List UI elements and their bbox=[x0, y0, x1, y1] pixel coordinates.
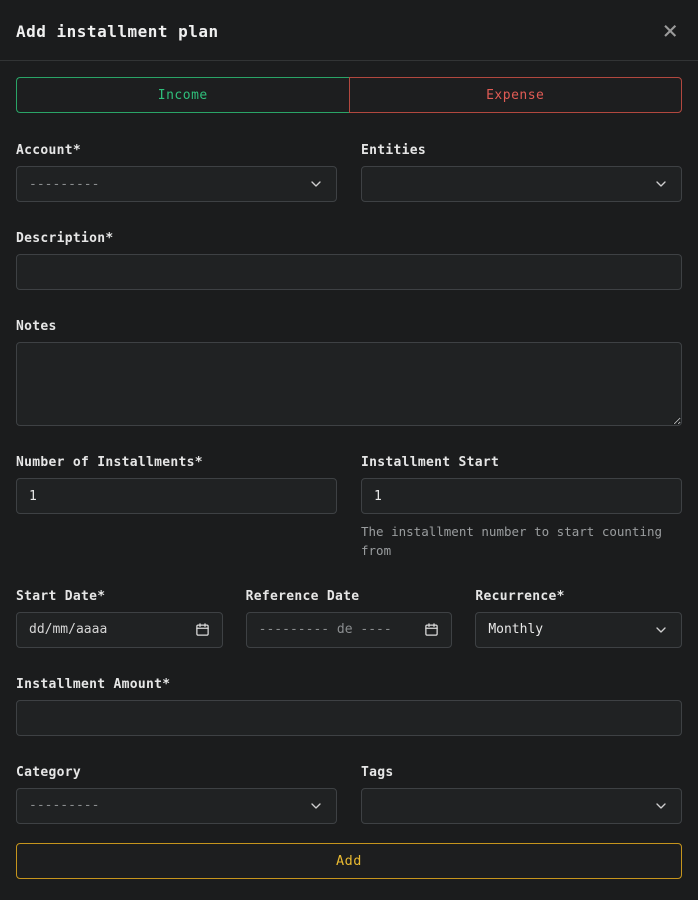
modal-body: Income Expense Account* --------- Entiti… bbox=[0, 61, 698, 900]
modal-header: Add installment plan × bbox=[0, 0, 698, 61]
installment-start-field: Installment Start The installment number… bbox=[361, 455, 682, 561]
reference-date-input[interactable]: --------- de ---- bbox=[246, 612, 453, 648]
entities-label: Entities bbox=[361, 143, 682, 158]
chevron-down-icon bbox=[308, 176, 324, 192]
num-installments-label: Number of Installments* bbox=[16, 455, 337, 470]
add-installment-plan-modal: Add installment plan × Income Expense Ac… bbox=[0, 0, 698, 886]
num-installments-input[interactable] bbox=[16, 478, 337, 514]
tab-income[interactable]: Income bbox=[16, 77, 349, 113]
tags-select[interactable] bbox=[361, 788, 682, 824]
description-row: Description* bbox=[16, 231, 682, 290]
calendar-icon[interactable] bbox=[195, 622, 210, 637]
recurrence-field: Recurrence* Monthly bbox=[475, 589, 682, 648]
close-icon[interactable]: × bbox=[660, 18, 680, 44]
entities-select[interactable] bbox=[361, 166, 682, 202]
installment-amount-label: Installment Amount* bbox=[16, 677, 682, 692]
chevron-down-icon bbox=[653, 798, 669, 814]
reference-date-field: Reference Date --------- de ---- bbox=[246, 589, 453, 648]
recurrence-select[interactable]: Monthly bbox=[475, 612, 682, 648]
notes-label: Notes bbox=[16, 319, 682, 334]
add-button[interactable]: Add bbox=[16, 843, 682, 879]
account-field: Account* --------- bbox=[16, 143, 337, 202]
description-label: Description* bbox=[16, 231, 682, 246]
account-select[interactable]: --------- bbox=[16, 166, 337, 202]
account-label: Account* bbox=[16, 143, 337, 158]
notes-textarea[interactable] bbox=[16, 342, 682, 426]
chevron-down-icon bbox=[653, 176, 669, 192]
account-entities-row: Account* --------- Entities bbox=[16, 143, 682, 202]
dates-recurrence-row: Start Date* dd/mm/aaaa Reference Date --… bbox=[16, 589, 682, 648]
category-label: Category bbox=[16, 765, 337, 780]
chevron-down-icon bbox=[653, 622, 669, 638]
recurrence-label: Recurrence* bbox=[475, 589, 682, 604]
installment-start-input[interactable] bbox=[361, 478, 682, 514]
installment-start-help: The installment number to start counting… bbox=[361, 522, 682, 561]
account-selected-value: --------- bbox=[29, 177, 99, 192]
start-date-placeholder: dd/mm/aaaa bbox=[29, 622, 107, 637]
start-date-field: Start Date* dd/mm/aaaa bbox=[16, 589, 223, 648]
category-select[interactable]: --------- bbox=[16, 788, 337, 824]
tags-field: Tags bbox=[361, 765, 682, 824]
modal-title: Add installment plan bbox=[16, 22, 219, 41]
start-date-label: Start Date* bbox=[16, 589, 223, 604]
reference-date-label: Reference Date bbox=[246, 589, 453, 604]
tab-expense[interactable]: Expense bbox=[349, 77, 683, 113]
transaction-type-toggle: Income Expense bbox=[16, 77, 682, 113]
installment-start-label: Installment Start bbox=[361, 455, 682, 470]
start-date-input[interactable]: dd/mm/aaaa bbox=[16, 612, 223, 648]
description-input[interactable] bbox=[16, 254, 682, 290]
installments-row: Number of Installments* Installment Star… bbox=[16, 455, 682, 561]
notes-row: Notes bbox=[16, 319, 682, 426]
category-field: Category --------- bbox=[16, 765, 337, 824]
entities-field: Entities bbox=[361, 143, 682, 202]
reference-date-placeholder: --------- de ---- bbox=[259, 622, 392, 637]
calendar-icon[interactable] bbox=[424, 622, 439, 637]
tags-label: Tags bbox=[361, 765, 682, 780]
installment-amount-row: Installment Amount* bbox=[16, 677, 682, 736]
chevron-down-icon bbox=[308, 798, 324, 814]
category-tags-row: Category --------- Tags bbox=[16, 765, 682, 824]
category-selected-value: --------- bbox=[29, 798, 99, 813]
recurrence-selected-value: Monthly bbox=[488, 622, 543, 637]
num-installments-field: Number of Installments* bbox=[16, 455, 337, 561]
installment-amount-input[interactable] bbox=[16, 700, 682, 736]
